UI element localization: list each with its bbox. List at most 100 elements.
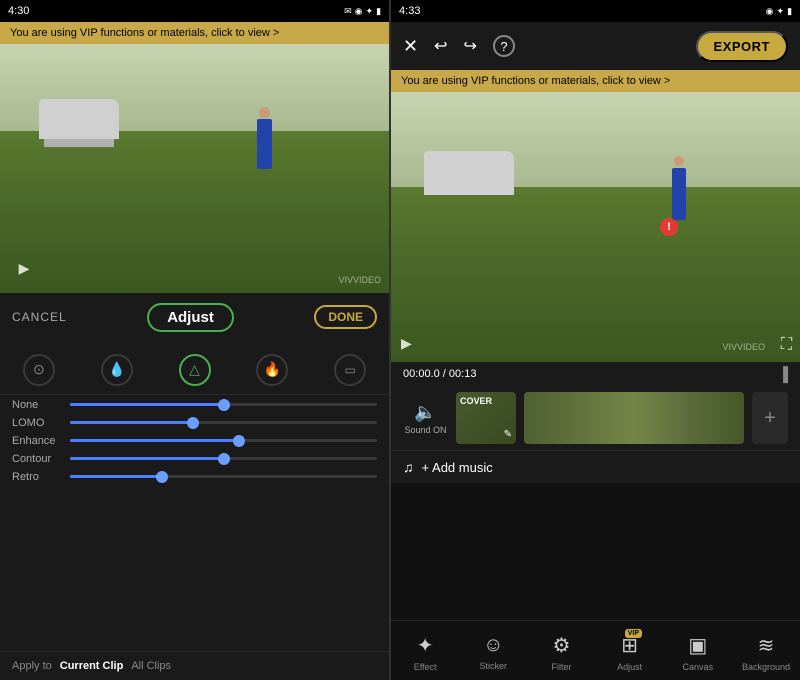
tool-background[interactable]: ≋ Background [732,629,800,676]
canvas-label: Canvas [683,662,714,672]
right-status-bar: 4:33 ◉ ✦ ▮ [391,0,800,22]
fullscreen-icon[interactable]: ⛶ [781,336,792,354]
adjust-label: Adjust [617,662,642,672]
filter-triangle[interactable]: △ [156,350,234,390]
right-person [672,168,686,220]
adjust-toolbar: CANCEL Adjust DONE [0,293,389,342]
tool-effect[interactable]: ✦ Effect [391,629,459,676]
slider-contour-row: Contour [12,453,377,465]
time-total: / 00:13 [443,368,477,380]
tool-canvas[interactable]: ▣ Canvas [664,629,732,676]
slider-none-row: None [12,399,377,411]
effect-label: Effect [414,662,437,672]
slider-contour-fill [70,457,224,460]
van-shape [39,99,119,139]
background-label: Background [742,662,790,672]
time-display: 00:00.0 / 00:13 [403,368,476,380]
slider-retro-label: Retro [12,471,62,483]
slider-retro-track[interactable] [70,475,377,478]
right-time: 4:33 [399,5,420,17]
bluetooth-icon: ✦ [366,6,374,17]
left-time: 4:30 [8,5,29,17]
slider-contour-track[interactable] [70,457,377,460]
clips-row: 🔈 Sound ON COVER ✎ + [391,386,800,450]
right-bluetooth-icon: ✦ [777,6,785,17]
left-vip-banner[interactable]: You are using VIP functions or materials… [0,22,389,44]
cover-clip[interactable]: COVER ✎ [456,392,516,444]
right-status-icons: ◉ ✦ ▮ [766,6,792,17]
left-video-frame: VIVVIDEO ▶ [0,44,389,293]
right-watermark: VIVVIDEO [723,342,766,352]
add-music-row[interactable]: ♫ + Add music [391,450,800,483]
error-badge: ! [660,218,678,236]
export-button[interactable]: EXPORT [696,31,788,62]
filter-extra-icon: ▭ [334,354,366,386]
slider-retro-fill [70,475,162,478]
adjust-button[interactable]: Adjust [147,303,234,332]
slider-none-thumb[interactable] [218,399,230,411]
music-icon: ♫ [403,459,414,475]
sound-label: Sound ON [405,425,447,435]
clip-strip[interactable] [524,392,744,444]
slider-lomo-label: LOMO [12,417,62,429]
timeline-bar: 00:00.0 / 00:13 ▐ [391,362,800,386]
sticker-icon: ☺ [483,634,503,657]
right-video-frame: ! VIVVIDEO ▶ ⛶ [391,92,800,362]
filter-icons-row: ⊙ 💧 △ 🔥 ▭ [0,342,389,395]
filter-extra[interactable]: ▭ [311,350,389,390]
tool-adjust[interactable]: ⊞ VIP Adjust [596,629,664,676]
undo-icon[interactable]: ↩ [434,36,447,56]
left-panel: 4:30 ✉ ◉ ✦ ▮ You are using VIP functions… [0,0,389,680]
right-vip-banner[interactable]: You are using VIP functions or materials… [391,70,800,92]
slider-contour-label: Contour [12,453,62,465]
slider-contour-thumb[interactable] [218,453,230,465]
slider-none-track[interactable] [70,403,377,406]
apply-current-button[interactable]: Current Clip [60,660,124,672]
sticker-label: Sticker [480,661,508,671]
filter-flame[interactable]: 🔥 [233,350,311,390]
filter-triangle-icon: △ [179,354,211,386]
right-wifi-icon: ◉ [766,6,774,17]
grass-field [0,131,389,293]
add-clip-button[interactable]: + [752,392,788,444]
slider-retro-thumb[interactable] [156,471,168,483]
slider-lomo-track[interactable] [70,421,377,424]
right-video-preview: ! VIVVIDEO ▶ ⛶ [391,92,800,362]
slider-enhance-thumb[interactable] [233,435,245,447]
header-left: ✕ ↩ ↪ ? [403,35,515,57]
apply-all-button[interactable]: All Clips [131,660,171,672]
right-vip-text: You are using VIP functions or materials… [401,75,670,87]
filter-drop-icon: 💧 [101,354,133,386]
cancel-button[interactable]: CANCEL [12,310,67,324]
slider-lomo-fill [70,421,193,424]
tool-sticker[interactable]: ☺ Sticker [459,630,527,675]
right-grass [391,187,800,363]
apply-row: Apply to Current Clip All Clips [0,651,389,680]
slider-lomo-thumb[interactable] [187,417,199,429]
help-icon[interactable]: ? [493,35,515,57]
clip-strip-inner [524,392,744,444]
filter-label: Filter [551,662,571,672]
tool-filter[interactable]: ⚙ Filter [527,629,595,676]
vip-badge: VIP [625,629,642,638]
filter-none-icon: ⊙ [23,354,55,386]
done-button[interactable]: DONE [314,305,377,329]
adjust-icon: ⊞ [621,635,638,657]
person-shape [257,119,272,169]
effect-icon: ✦ [417,633,434,658]
filter-icon: ⚙ [552,633,570,658]
left-status-icons: ✉ ◉ ✦ ▮ [344,6,381,17]
adjust-wrap: ⊞ VIP [621,633,638,658]
cover-label: COVER [460,396,492,406]
redo-icon[interactable]: ↪ [464,36,477,56]
slider-enhance-label: Enhance [12,435,62,447]
cover-edit-icon[interactable]: ✎ [504,429,512,440]
filter-drop[interactable]: 💧 [78,350,156,390]
left-play-button[interactable]: ▶ [12,257,36,281]
sound-control[interactable]: 🔈 Sound ON [403,402,448,435]
filter-none[interactable]: ⊙ [0,350,78,390]
slider-enhance-track[interactable] [70,439,377,442]
right-play-button[interactable]: ▶ [401,335,412,352]
close-icon[interactable]: ✕ [403,36,418,57]
background-icon: ≋ [758,633,775,658]
